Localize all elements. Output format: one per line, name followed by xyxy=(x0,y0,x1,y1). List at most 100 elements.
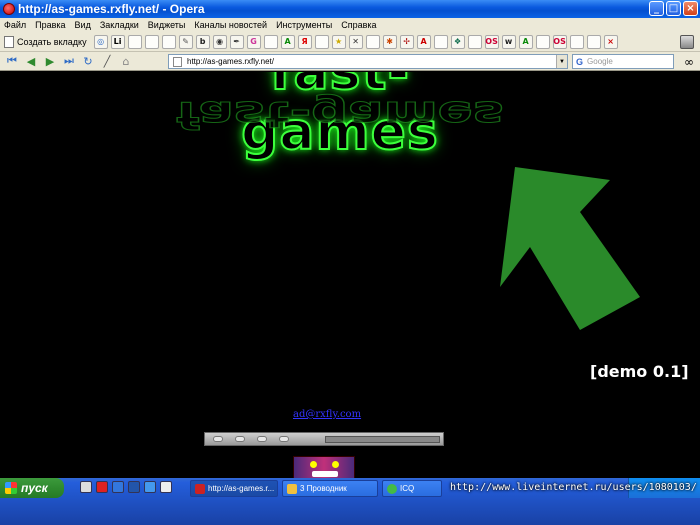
demo-version-label: [demo 0.1] xyxy=(590,362,689,381)
site-logo-reflection: fast-games xyxy=(175,93,504,135)
bookmark-page-icon[interactable] xyxy=(433,34,448,49)
address-url: http://as-games.rxfly.net/ xyxy=(187,57,274,66)
player-control-icon[interactable] xyxy=(279,436,289,442)
bookmark-page-icon[interactable] xyxy=(263,34,278,49)
home-icon[interactable]: ⌂ xyxy=(118,54,134,69)
bookmark-b-icon[interactable]: b xyxy=(195,34,210,49)
bookmark-close-icon[interactable]: × xyxy=(603,34,618,49)
reload-icon[interactable]: ↻ xyxy=(80,54,96,69)
watermark-url: http://www.liveinternet.ru/users/1080103… xyxy=(450,482,697,493)
task-icq-label: ICQ xyxy=(400,484,415,493)
monster-eye-icon xyxy=(310,461,317,468)
bookmark-star-icon[interactable]: ★ xyxy=(331,34,346,49)
bookmark-a-icon[interactable]: A xyxy=(518,34,533,49)
quicklaunch-icon[interactable] xyxy=(80,481,92,493)
title-bar: http://as-games.rxfly.net/ - Opera _ □ × xyxy=(0,0,700,18)
opera-task-icon xyxy=(195,483,205,494)
player-control-icon[interactable] xyxy=(235,436,245,442)
quicklaunch-icon[interactable] xyxy=(144,481,156,493)
bookmark-page-icon[interactable] xyxy=(365,34,380,49)
wand-icon[interactable]: ╱ xyxy=(99,54,115,69)
bookmark-page-icon[interactable] xyxy=(586,34,601,49)
player-control-icon[interactable] xyxy=(213,436,223,442)
task-explorer-label: 3 Проводник xyxy=(300,484,347,493)
task-icq[interactable]: ICQ xyxy=(382,480,442,497)
bookmark-pen-icon[interactable]: ✒ xyxy=(229,34,244,49)
address-input[interactable]: http://as-games.rxfly.net/ ▼ xyxy=(168,54,568,69)
green-arrow-icon xyxy=(500,167,640,330)
task-opera[interactable]: http://as-games.r... xyxy=(190,480,278,497)
menu-edit[interactable]: Правка xyxy=(35,20,65,30)
bookmark-web-icon[interactable]: w xyxy=(501,34,516,49)
fast-forward-icon[interactable]: ⏭ xyxy=(61,54,77,69)
folder-task-icon xyxy=(287,483,297,494)
task-explorer[interactable]: 3 Проводник xyxy=(282,480,378,497)
quicklaunch-icon[interactable] xyxy=(96,481,108,493)
menu-view[interactable]: Вид xyxy=(75,20,91,30)
bookmark-pdf-icon[interactable]: A xyxy=(416,34,431,49)
address-dropdown-icon[interactable]: ▼ xyxy=(556,55,567,68)
task-opera-label: http://as-games.r... xyxy=(208,484,275,493)
monster-eye-icon xyxy=(332,461,339,468)
close-button[interactable]: × xyxy=(683,1,698,16)
menu-tools[interactable]: Инструменты xyxy=(276,20,332,30)
window-controls: _ □ × xyxy=(649,1,698,16)
menu-file[interactable]: Файл xyxy=(4,20,26,30)
search-placeholder: Google xyxy=(587,57,613,66)
quicklaunch-icon[interactable] xyxy=(128,481,140,493)
new-tab-button[interactable]: Создать вкладку xyxy=(4,35,91,48)
bookmark-os-icon[interactable]: OS xyxy=(484,34,499,49)
bookmark-page-icon[interactable] xyxy=(161,34,176,49)
search-input[interactable]: G Google xyxy=(572,54,674,69)
new-tab-icon xyxy=(4,35,14,48)
icq-task-icon xyxy=(387,483,397,494)
bookmarks-toolbar: Создать вкладку ◎ Li ✎ b ◉ ✒ G A Я ★ ✕ ✱ ✢ A ❖ OS w A OS × xyxy=(0,32,700,52)
bookmark-page-icon[interactable] xyxy=(127,34,142,49)
quicklaunch-icon[interactable] xyxy=(112,481,124,493)
opera-logo-icon xyxy=(3,3,15,15)
bookmark-page-icon[interactable] xyxy=(535,34,550,49)
windows-flag-icon xyxy=(5,482,17,494)
bookmark-page-icon[interactable] xyxy=(144,34,159,49)
taskbar: пуск http://as-games.r... 3 Проводник IC… xyxy=(0,478,700,525)
bookmark-os-icon[interactable]: OS xyxy=(552,34,567,49)
menu-widgets[interactable]: Виджеты xyxy=(148,20,186,30)
bookmark-page-icon[interactable] xyxy=(314,34,329,49)
window-title: http://as-games.rxfly.net/ - Opera xyxy=(18,2,205,16)
bookmark-bug-icon[interactable]: ✱ xyxy=(382,34,397,49)
bookmark-li-icon[interactable]: Li xyxy=(110,34,125,49)
bookmark-cross-icon[interactable]: ✢ xyxy=(399,34,414,49)
minimize-button[interactable]: _ xyxy=(649,1,664,16)
bookmark-page-icon[interactable] xyxy=(569,34,584,49)
glasses-icon[interactable]: ∞ xyxy=(684,55,694,69)
bookmark-g-icon[interactable]: G xyxy=(246,34,261,49)
forward-icon[interactable]: ▶ xyxy=(42,54,58,69)
bookmark-opera-icon[interactable]: ◎ xyxy=(93,34,108,49)
back-icon[interactable]: ◀ xyxy=(23,54,39,69)
menu-bookmarks[interactable]: Закладки xyxy=(100,20,139,30)
quicklaunch-icon[interactable] xyxy=(160,481,172,493)
bookmark-leaf-icon[interactable]: ❖ xyxy=(450,34,465,49)
bookmark-x-icon[interactable]: ✕ xyxy=(348,34,363,49)
rewind-icon[interactable]: ⏮ xyxy=(4,54,20,69)
bookmark-a-icon[interactable]: A xyxy=(280,34,295,49)
monster-teeth-icon xyxy=(312,471,338,477)
maximize-button[interactable]: □ xyxy=(666,1,681,16)
player-control-icon[interactable] xyxy=(257,436,267,442)
bookmark-yandex-icon[interactable]: Я xyxy=(297,34,312,49)
bookmark-tools-icon[interactable]: ✎ xyxy=(178,34,193,49)
page-content: fast-games fast-games [demo 0.1] ad@rxfl… xyxy=(0,72,700,497)
address-toolbar: ⏮ ◀ ▶ ⏭ ↻ ╱ ⌂ http://as-games.rxfly.net/… xyxy=(0,52,700,71)
menu-bar: Файл Правка Вид Закладки Виджеты Каналы … xyxy=(0,18,700,32)
media-player-bar[interactable] xyxy=(204,432,444,446)
menu-feeds[interactable]: Каналы новостей xyxy=(194,20,267,30)
email-link[interactable]: ad@rxfly.com xyxy=(293,409,361,420)
trash-icon[interactable] xyxy=(680,35,694,49)
start-button[interactable]: пуск xyxy=(0,478,64,498)
new-tab-label: Создать вкладку xyxy=(17,36,87,47)
bookmark-camera-icon[interactable]: ◉ xyxy=(212,34,227,49)
player-seek-track[interactable] xyxy=(325,436,440,443)
bookmark-page-icon[interactable] xyxy=(467,34,482,49)
menu-help[interactable]: Справка xyxy=(341,20,376,30)
bookmark-buttons: ◎ Li ✎ b ◉ ✒ G A Я ★ ✕ ✱ ✢ A ❖ OS w A OS × xyxy=(91,34,618,49)
